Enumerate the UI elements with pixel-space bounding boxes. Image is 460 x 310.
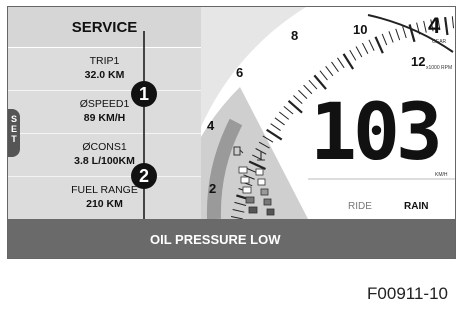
tick-label: 4 [207, 118, 215, 133]
warning-message: OIL PRESSURE LOW [150, 232, 281, 247]
fuel-bar [248, 206, 258, 214]
temp-bar [257, 178, 266, 186]
temp-bar [266, 208, 275, 216]
callout-marker-1: 1 [131, 81, 157, 107]
riding-mode-ride[interactable]: RIDE [348, 201, 372, 212]
fuel-bar [245, 196, 255, 204]
tick-label: 8 [291, 28, 298, 43]
tick-label: 2 [209, 181, 216, 196]
speed-readout: 103 [310, 88, 443, 178]
fuel-bar [242, 186, 252, 194]
figure-id: F00911-10 [367, 284, 448, 303]
fuel-bar [238, 166, 248, 174]
riding-mode-rain[interactable]: RAIN [404, 201, 428, 212]
tick-label: 12 [411, 54, 425, 69]
temp-bar [255, 168, 264, 176]
rpm-unit-label: x1000 RPM [426, 65, 453, 71]
temp-bar [263, 198, 272, 206]
speed-unit-label: KM/H [435, 172, 448, 178]
callout-marker-2: 2 [131, 163, 157, 189]
tick-label: 10 [353, 22, 367, 37]
tick-label: 6 [236, 65, 243, 80]
gear-value: 4 [428, 13, 441, 38]
instrument-cluster-display: SERVICE TRIP1 32.0 KM ØSPEED1 89 KM/H ØC… [7, 6, 456, 259]
fuel-bar [240, 176, 250, 184]
temp-bar [260, 188, 269, 196]
gear-label: GEAR [432, 39, 447, 45]
